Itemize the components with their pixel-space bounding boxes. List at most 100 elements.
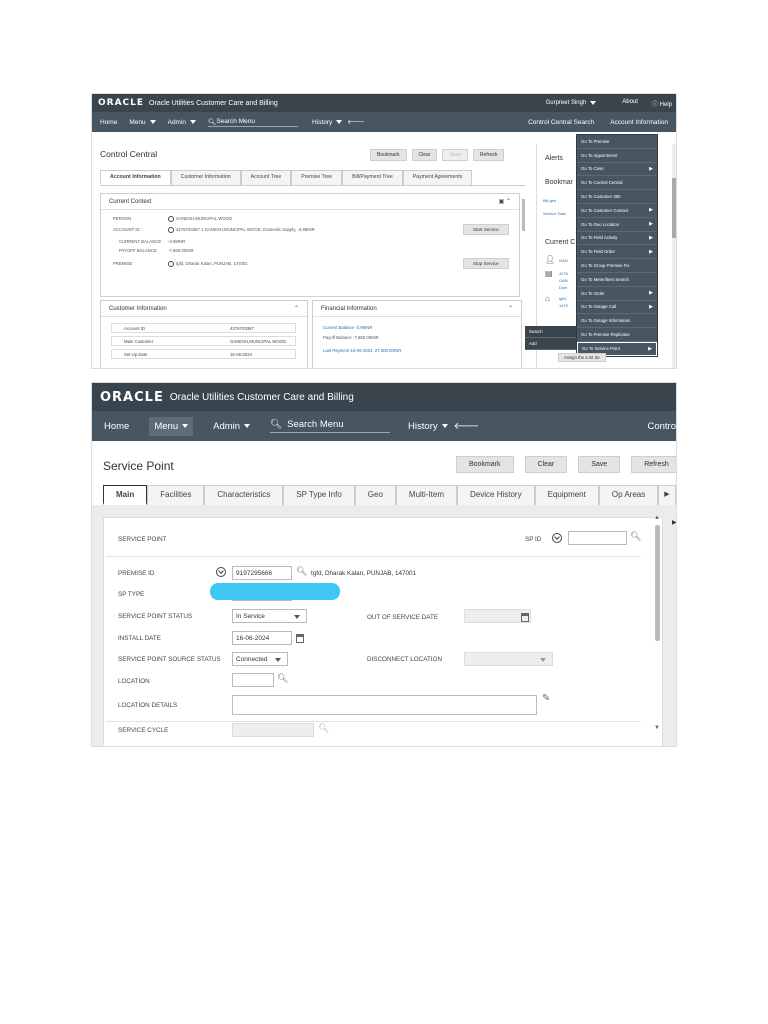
dropdown-item[interactable]: Go To Premise xyxy=(577,135,657,149)
location-input[interactable] xyxy=(232,673,274,687)
search-menu-input[interactable]: 🔍︎ Search Menu xyxy=(208,118,299,127)
context-premise-link[interactable]: tgfd, xyxy=(559,296,567,301)
tab-bill-payment-tree[interactable]: Bill/Payment Tree xyxy=(342,170,403,185)
admin-button[interactable]: Admin xyxy=(213,421,251,432)
scrollbar[interactable] xyxy=(522,199,525,231)
home-link[interactable]: Home xyxy=(100,119,117,126)
search-icon[interactable]: 🔍︎ xyxy=(630,531,641,542)
scroll-down-icon[interactable]: ▼ xyxy=(654,725,660,731)
dropdown-item[interactable]: Go To Case ▶ xyxy=(577,163,657,177)
service-point-status-select[interactable]: In Service xyxy=(232,609,307,623)
help-link[interactable]: ⓘ Help xyxy=(652,99,672,108)
expand-side-icon[interactable]: ▶ xyxy=(672,519,676,526)
dropdown-item[interactable]: Go To Control Central xyxy=(577,176,657,191)
tab-main[interactable]: Main xyxy=(103,485,148,505)
pencil-icon[interactable]: ✎ xyxy=(542,693,550,704)
account-information-link[interactable]: Account Information xyxy=(610,119,668,126)
scroll-up-icon[interactable]: ▲ xyxy=(654,515,660,521)
table-row[interactable]: Account ID 4276703387 xyxy=(111,323,296,333)
tab-multi-item[interactable]: Multi-Item xyxy=(395,485,458,505)
person-context-icon[interactable] xyxy=(168,216,174,222)
admin-button[interactable]: Admin xyxy=(168,119,197,126)
search-menu-input[interactable]: 🔍︎ Search Menu xyxy=(270,419,391,433)
tab-account-tree[interactable]: Account Tree xyxy=(240,170,292,185)
dropdown-item[interactable]: Go To Customer 360 xyxy=(577,190,657,204)
submenu-add[interactable]: Add xyxy=(525,338,576,350)
tab-device-history[interactable]: Device History xyxy=(457,485,535,505)
tab-account-information[interactable]: Account Information xyxy=(100,170,171,185)
clear-button[interactable]: Clear xyxy=(411,149,438,161)
bookmark-link[interactable]: Bill gen xyxy=(543,198,556,203)
disconnect-location-select[interactable] xyxy=(464,652,553,666)
context-account-link[interactable]: 4276 xyxy=(559,271,568,276)
form-scrollbar[interactable] xyxy=(655,525,660,641)
sp-id-context-icon[interactable] xyxy=(552,533,562,543)
calendar-icon[interactable] xyxy=(296,634,304,643)
account-context-icon[interactable] xyxy=(168,227,174,233)
service-cycle-input[interactable] xyxy=(232,723,314,737)
dropdown-item[interactable]: Go To Outage Information xyxy=(577,314,657,329)
bookmark-button[interactable]: Bookmark xyxy=(456,456,514,473)
control-central-search-link[interactable]: Control Central Search xyxy=(528,119,594,126)
submenu-search[interactable]: Search xyxy=(525,326,576,338)
collapse-icon[interactable]: ▣ ⌃ xyxy=(499,198,511,205)
last-payment-link[interactable]: Last Payment 16-06-2024, 27,300.00INR xyxy=(323,348,401,353)
search-icon[interactable]: 🔍︎ xyxy=(277,673,288,684)
install-date-input[interactable]: 16-06-2024 xyxy=(232,631,292,645)
source-status-select[interactable]: Connected xyxy=(232,652,288,666)
control-central-link[interactable]: Contro xyxy=(647,421,676,432)
user-menu[interactable]: Gurpreet Singh xyxy=(546,99,597,108)
history-button[interactable]: History 🡐 xyxy=(408,421,479,432)
dropdown-item[interactable]: Go To Appointment xyxy=(577,149,657,163)
tab-op-areas[interactable]: Op Areas xyxy=(598,485,659,505)
tab-sp-type-info[interactable]: SP Type Info xyxy=(283,485,355,505)
premise-context-icon[interactable] xyxy=(216,567,226,577)
bookmark-button[interactable]: Bookmark xyxy=(370,149,407,161)
search-icon[interactable]: 🔍︎ xyxy=(296,566,307,577)
premise-context-icon[interactable] xyxy=(168,261,174,267)
dropdown-item[interactable]: Go To Premise Replicator xyxy=(577,328,657,342)
tab-geo[interactable]: Geo xyxy=(354,485,396,505)
collapse-icon[interactable]: ⌃ xyxy=(508,305,513,312)
table-row[interactable]: Set Up Date 16-06-2024 xyxy=(111,349,296,359)
table-row[interactable]: Main Customer GANESH,MUNCIPAL WOOD xyxy=(111,336,296,346)
bookmark-link[interactable]: Service Task xyxy=(543,211,566,216)
home-link[interactable]: Home xyxy=(104,421,129,432)
premise-id-input[interactable]: 9197295666 xyxy=(232,566,292,580)
save-button[interactable]: Save xyxy=(578,456,621,473)
scrollbar[interactable] xyxy=(672,144,676,368)
current-balance-link[interactable]: Current Balance -3.99INR xyxy=(323,325,372,330)
dropdown-item[interactable]: Go To Field Order ▶ xyxy=(577,245,657,260)
save-button[interactable]: Save xyxy=(442,149,468,161)
dropdown-item[interactable]: Go To Geo Location ▶ xyxy=(577,218,657,232)
menu-button[interactable]: Menu xyxy=(129,119,156,126)
dropdown-item[interactable]: Go To Group Premise Fis xyxy=(577,259,657,273)
dropdown-item[interactable]: Go To Customer Contact ▶ xyxy=(577,204,657,218)
tab-payment-agreements[interactable]: Payment Agreements xyxy=(402,170,473,185)
about-link[interactable]: About xyxy=(622,99,638,108)
refresh-button[interactable]: Refresh xyxy=(631,456,676,473)
tab-characteristics[interactable]: Characteristics xyxy=(204,485,284,505)
menu-button[interactable]: Menu xyxy=(149,416,194,436)
dropdown-item[interactable]: Go To Meter/Item Search xyxy=(577,273,657,287)
dropdown-item[interactable]: Go To Outage Call ▶ xyxy=(577,301,657,315)
sp-id-input[interactable] xyxy=(568,531,627,545)
dropdown-item[interactable]: Go To Order ▶ xyxy=(577,287,657,301)
dropdown-item[interactable]: Go To Field Activity ▶ xyxy=(577,232,657,246)
tab-scroll-right-icon[interactable]: ▶ xyxy=(658,485,676,505)
collapse-icon[interactable]: ⌃ xyxy=(294,305,299,312)
calendar-icon[interactable] xyxy=(521,613,529,622)
stop-service-button[interactable]: Stop Service xyxy=(463,258,509,269)
refresh-button[interactable]: Refresh xyxy=(472,149,505,161)
context-person-link[interactable]: GAN xyxy=(559,258,568,263)
search-icon[interactable]: 🔍︎ xyxy=(318,723,329,734)
assign-button[interactable]: Assign the a Ist Se xyxy=(558,353,606,362)
tab-facilities[interactable]: Facilities xyxy=(147,485,205,505)
history-button[interactable]: History 🡐 xyxy=(312,118,365,127)
tab-premise-tree[interactable]: Premise Tree xyxy=(291,170,343,185)
tab-equipment[interactable]: Equipment xyxy=(534,485,599,505)
location-details-textarea[interactable] xyxy=(232,695,537,715)
tab-customer-information[interactable]: Customer Information xyxy=(170,170,241,185)
clear-button[interactable]: Clear xyxy=(524,456,568,473)
start-service-button[interactable]: Start Service xyxy=(463,224,509,235)
